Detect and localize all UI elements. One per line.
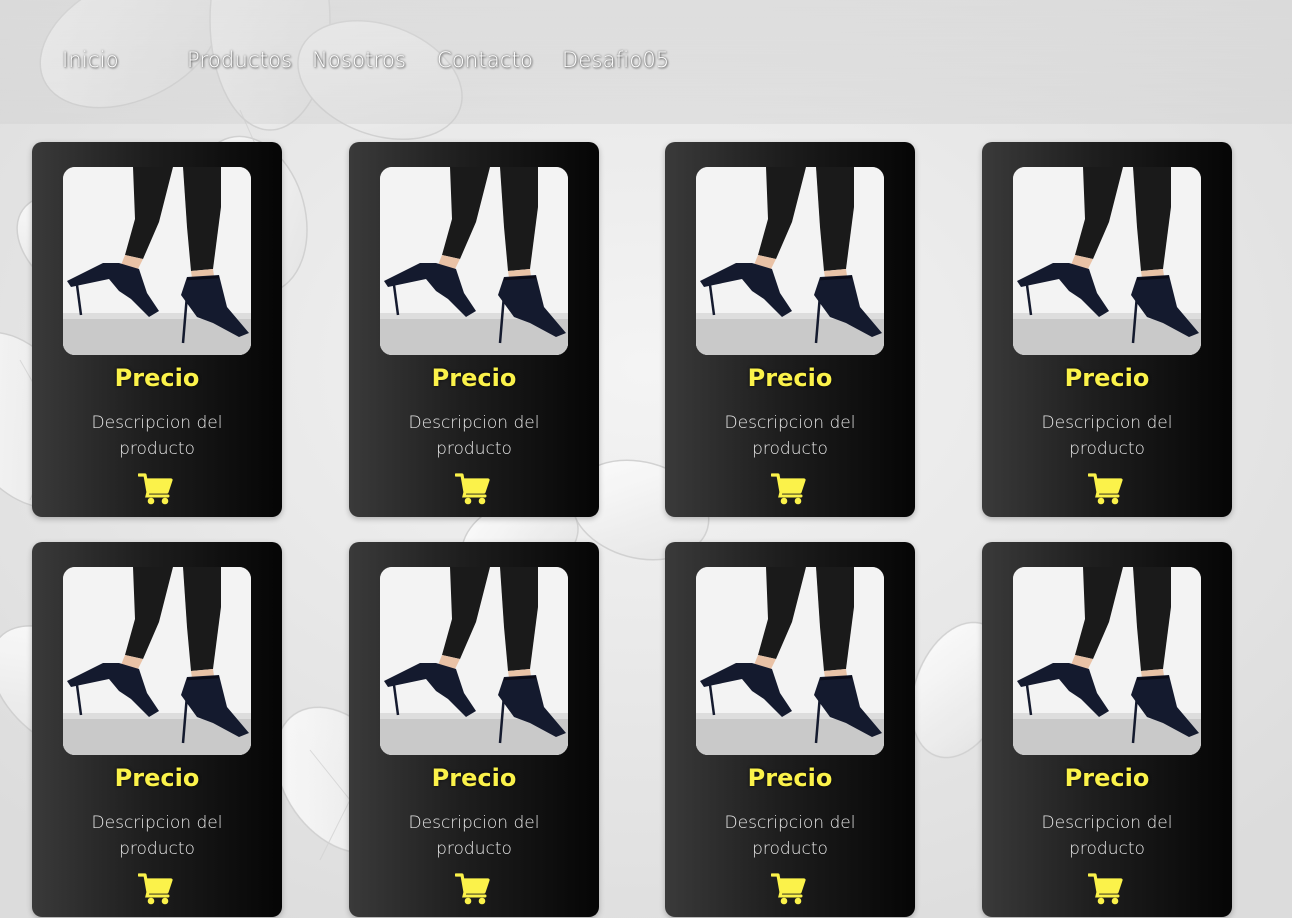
add-to-cart-button[interactable] — [1087, 472, 1124, 505]
cart-icon[interactable] — [770, 872, 807, 905]
product-image — [1013, 567, 1201, 755]
nav-link-contacto[interactable]: Contacto — [437, 48, 533, 72]
product-image-frame — [1013, 167, 1201, 355]
cart-icon[interactable] — [137, 472, 174, 505]
product-card[interactable]: Precio Descripcion del producto — [982, 142, 1232, 517]
product-price: Precio — [747, 764, 833, 792]
product-image — [696, 567, 884, 755]
product-image — [696, 167, 884, 355]
add-to-cart-button[interactable] — [770, 472, 807, 505]
cart-icon[interactable] — [1087, 472, 1124, 505]
product-description: Descripcion del producto — [1041, 813, 1173, 859]
cart-icon[interactable] — [137, 872, 174, 905]
add-to-cart-button[interactable] — [1087, 872, 1124, 905]
product-price: Precio — [1064, 764, 1150, 792]
product-image — [63, 567, 251, 755]
product-price: Precio — [747, 364, 833, 392]
product-description: Descripcion del producto — [408, 813, 540, 859]
product-description: Descripcion del producto — [91, 413, 223, 459]
add-to-cart-button[interactable] — [770, 872, 807, 905]
product-card[interactable]: Precio Descripcion del producto — [32, 142, 282, 517]
product-image-frame — [696, 567, 884, 755]
product-price: Precio — [431, 764, 517, 792]
nav-link-desafio05[interactable]: Desafio05 — [562, 48, 670, 72]
product-card[interactable]: Precio Descripcion del producto — [349, 542, 599, 917]
cart-icon[interactable] — [454, 872, 491, 905]
product-image-frame — [63, 567, 251, 755]
product-price: Precio — [1064, 364, 1150, 392]
product-price: Precio — [431, 364, 517, 392]
product-image-frame — [1013, 567, 1201, 755]
product-price: Precio — [114, 364, 200, 392]
product-image — [380, 167, 568, 355]
add-to-cart-button[interactable] — [137, 472, 174, 505]
product-image — [380, 567, 568, 755]
product-image-frame — [63, 167, 251, 355]
nav-link-inicio[interactable]: Inicio — [62, 48, 119, 72]
product-image-frame — [696, 167, 884, 355]
product-card[interactable]: Precio Descripcion del producto — [32, 542, 282, 917]
product-description: Descripcion del producto — [408, 413, 540, 459]
cart-icon[interactable] — [1087, 872, 1124, 905]
add-to-cart-button[interactable] — [454, 872, 491, 905]
product-description: Descripcion del producto — [724, 813, 856, 859]
cart-icon[interactable] — [770, 472, 807, 505]
product-image — [1013, 167, 1201, 355]
nav-link-nosotros[interactable]: Nosotros — [312, 48, 406, 72]
product-image-frame — [380, 567, 568, 755]
product-card[interactable]: Precio Descripcion del producto — [982, 542, 1232, 917]
product-description: Descripcion del producto — [724, 413, 856, 459]
product-card[interactable]: Precio Descripcion del producto — [349, 142, 599, 517]
add-to-cart-button[interactable] — [454, 472, 491, 505]
top-navbar: Inicio Productos Nosotros Contacto Desaf… — [0, 0, 1292, 124]
add-to-cart-button[interactable] — [137, 872, 174, 905]
product-image-frame — [380, 167, 568, 355]
cart-icon[interactable] — [454, 472, 491, 505]
product-card[interactable]: Precio Descripcion del producto — [665, 542, 915, 917]
product-card[interactable]: Precio Descripcion del producto — [665, 142, 915, 517]
nav-link-productos[interactable]: Productos — [187, 48, 292, 72]
product-description: Descripcion del producto — [91, 813, 223, 859]
product-price: Precio — [114, 764, 200, 792]
product-description: Descripcion del producto — [1041, 413, 1173, 459]
product-image — [63, 167, 251, 355]
